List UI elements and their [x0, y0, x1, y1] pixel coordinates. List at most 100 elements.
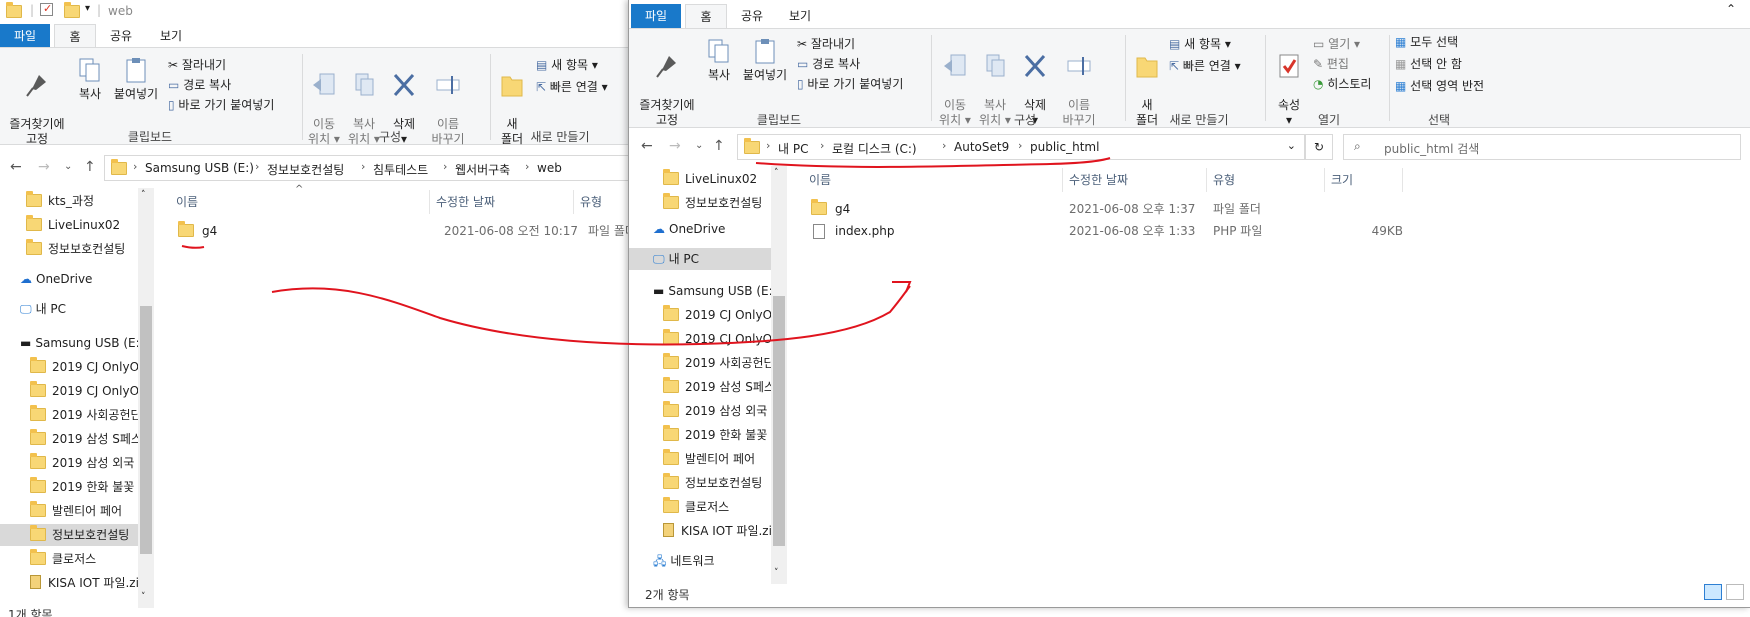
- tree-item[interactable]: 2019 한화 불꽃: [30, 476, 138, 498]
- customize-quick-access-icon[interactable]: ▾: [85, 3, 90, 14]
- forward-arrow-icon[interactable]: →: [669, 138, 681, 154]
- new-item-button[interactable]: ▤ 새 항목 ▾: [1169, 37, 1231, 52]
- address-dropdown-chevron-icon[interactable]: ⌄: [1287, 139, 1296, 152]
- tree-item[interactable]: 2019 한화 불꽃: [663, 424, 771, 446]
- copy-button[interactable]: 복사: [701, 37, 737, 83]
- tree-item[interactable]: kts_과정: [26, 190, 138, 212]
- tree-item[interactable]: 2019 삼성 S페스: [663, 376, 771, 398]
- tree-item[interactable]: 2019 CJ OnlyOne: [30, 380, 138, 402]
- tab-share[interactable]: 공유: [100, 24, 142, 48]
- tree-item-usb[interactable]: ▬ Samsung USB (E:): [653, 280, 771, 302]
- invert-selection-button[interactable]: ▦ 선택 영역 반전: [1395, 79, 1484, 94]
- refresh-button[interactable]: ↻: [1305, 134, 1333, 160]
- tree-item[interactable]: 2019 사회공헌단: [663, 352, 771, 374]
- easy-access-button[interactable]: ⇱ 빠른 연결 ▾: [536, 80, 608, 95]
- move-to-button[interactable]: 이동 위치 ▾: [937, 37, 973, 128]
- paste-button[interactable]: 붙여넣기: [110, 56, 162, 102]
- column-header-size[interactable]: 크기: [1325, 168, 1403, 192]
- history-button[interactable]: ◔ 히스토리: [1313, 77, 1371, 92]
- easy-access-button[interactable]: ⇱ 빠른 연결 ▾: [1169, 59, 1241, 74]
- tree-item-onedrive[interactable]: ☁ OneDrive: [20, 268, 138, 290]
- tab-share[interactable]: 공유: [731, 4, 773, 28]
- column-header-date[interactable]: 수정한 날짜: [430, 190, 574, 214]
- breadcrumb-item[interactable]: 침투테스트: [373, 161, 428, 178]
- tree-scrollbar-thumb[interactable]: [140, 306, 152, 554]
- new-item-button[interactable]: ▤ 새 항목 ▾: [536, 58, 598, 73]
- tree-scrollbar-thumb[interactable]: [773, 296, 785, 546]
- tree-item-network[interactable]: 🖧 네트워크: [653, 550, 771, 572]
- scroll-down-icon[interactable]: ˅: [774, 568, 779, 578]
- tree-item[interactable]: 정보보호컨설팅: [26, 238, 138, 260]
- tree-scrollbar[interactable]: ˄ ˅: [771, 166, 787, 584]
- recent-locations-chevron-icon[interactable]: ⌄: [64, 161, 72, 172]
- breadcrumb-item[interactable]: 내 PC: [778, 140, 808, 157]
- breadcrumb-item[interactable]: Samsung USB (E:): [145, 161, 254, 175]
- column-header-type[interactable]: 유형: [1207, 168, 1325, 192]
- copy-path-button[interactable]: ▭ 경로 복사: [797, 57, 860, 72]
- tree-scrollbar[interactable]: ˄ ˅: [138, 188, 154, 608]
- properties-quick-icon[interactable]: ✓: [40, 2, 53, 16]
- tree-item[interactable]: LiveLinux02: [663, 168, 771, 190]
- scroll-down-icon[interactable]: ˅: [141, 592, 146, 602]
- pin-quick-access-button[interactable]: 즐겨찾기에 고정: [4, 56, 70, 147]
- file-row[interactable]: g4 2021-06-08 오전 10:17 파일 폴더: [178, 220, 640, 242]
- tab-file[interactable]: 파일: [0, 24, 50, 48]
- tree-item[interactable]: 2019 삼성 외국: [663, 400, 771, 422]
- tab-home[interactable]: 홈: [685, 4, 727, 28]
- breadcrumb-item[interactable]: AutoSet9: [954, 140, 1009, 154]
- tab-view[interactable]: 보기: [150, 24, 192, 48]
- scroll-up-icon[interactable]: ˄: [141, 190, 146, 200]
- tree-item[interactable]: 발렌티어 페어: [30, 500, 138, 522]
- move-to-button[interactable]: 이동 위치 ▾: [306, 56, 342, 147]
- up-arrow-icon[interactable]: ↑: [84, 159, 96, 175]
- paste-button[interactable]: 붙여넣기: [739, 37, 791, 83]
- details-view-icon[interactable]: [1704, 584, 1722, 600]
- tab-home[interactable]: 홈: [54, 24, 96, 48]
- up-arrow-icon[interactable]: ↑: [713, 138, 725, 154]
- new-folder-quick-icon[interactable]: [64, 2, 80, 18]
- tree-item[interactable]: 정보보호컨설팅: [663, 192, 771, 214]
- tree-item[interactable]: 발렌티어 페어: [663, 448, 771, 470]
- tree-item[interactable]: 2019 삼성 S페스: [30, 428, 138, 450]
- breadcrumb-item-current[interactable]: web: [537, 161, 562, 175]
- tree-item[interactable]: 2019 CJ OnlyOne: [30, 356, 138, 378]
- tree-item[interactable]: 2019 사회공헌단: [30, 404, 138, 426]
- breadcrumb-item[interactable]: 웹서버구축: [455, 161, 510, 178]
- tab-file[interactable]: 파일: [631, 4, 681, 28]
- select-all-button[interactable]: ▦ 모두 선택: [1395, 35, 1458, 50]
- copy-path-button[interactable]: ▭ 경로 복사: [168, 78, 231, 93]
- tree-item-this-pc[interactable]: 🖵 내 PC: [629, 248, 771, 270]
- tree-item[interactable]: 정보보호컨설팅: [663, 472, 771, 494]
- large-icons-view-icon[interactable]: [1726, 584, 1744, 600]
- select-none-button[interactable]: ▦ 선택 안 함: [1395, 57, 1462, 72]
- back-arrow-icon[interactable]: ←: [641, 138, 653, 154]
- column-header-name[interactable]: 이름: [170, 190, 430, 214]
- tree-item[interactable]: 2019 CJ OnlyOne: [663, 304, 771, 326]
- forward-arrow-icon[interactable]: →: [38, 159, 50, 175]
- tree-item-selected[interactable]: 정보보호컨설팅: [0, 524, 138, 546]
- cut-button[interactable]: ✂ 잘라내기: [797, 37, 855, 52]
- recent-locations-chevron-icon[interactable]: ⌄: [695, 140, 703, 151]
- copy-button[interactable]: 복사: [72, 56, 108, 102]
- tree-item-this-pc[interactable]: 🖵 내 PC: [20, 298, 138, 320]
- tree-item[interactable]: 2019 CJ OnlyOne: [663, 328, 771, 350]
- tree-item[interactable]: 2019 삼성 외국: [30, 452, 138, 474]
- edit-button[interactable]: ✎ 편집: [1313, 57, 1349, 72]
- breadcrumb-item-current[interactable]: public_html: [1030, 140, 1099, 154]
- tree-item-usb[interactable]: ▬ Samsung USB (E:): [20, 332, 138, 354]
- file-row[interactable]: index.php 2021-06-08 오후 1:33 PHP 파일 49KB: [811, 220, 1411, 242]
- column-header-date[interactable]: 수정한 날짜: [1063, 168, 1207, 192]
- pin-quick-access-button[interactable]: 즐겨찾기에 고정: [635, 37, 699, 128]
- back-arrow-icon[interactable]: ←: [10, 159, 22, 175]
- tab-view[interactable]: 보기: [779, 4, 821, 28]
- tree-item-zip[interactable]: KISA IOT 파일.zip: [663, 520, 771, 542]
- column-header-name[interactable]: 이름: [803, 168, 1063, 192]
- paste-shortcut-button[interactable]: ▯ 바로 가기 붙여넣기: [168, 98, 274, 113]
- tree-item[interactable]: LiveLinux02: [26, 214, 138, 236]
- tree-item-onedrive[interactable]: ☁ OneDrive: [653, 218, 771, 240]
- scroll-up-icon[interactable]: ˄: [774, 168, 779, 178]
- breadcrumb-item[interactable]: 로컬 디스크 (C:): [832, 140, 917, 157]
- tree-item-zip[interactable]: KISA IOT 파일.zip: [30, 572, 138, 594]
- open-button[interactable]: ▭ 열기 ▾: [1313, 37, 1360, 52]
- address-bar[interactable]: › 내 PC › 로컬 디스크 (C:) › AutoSet9 › public…: [737, 134, 1305, 160]
